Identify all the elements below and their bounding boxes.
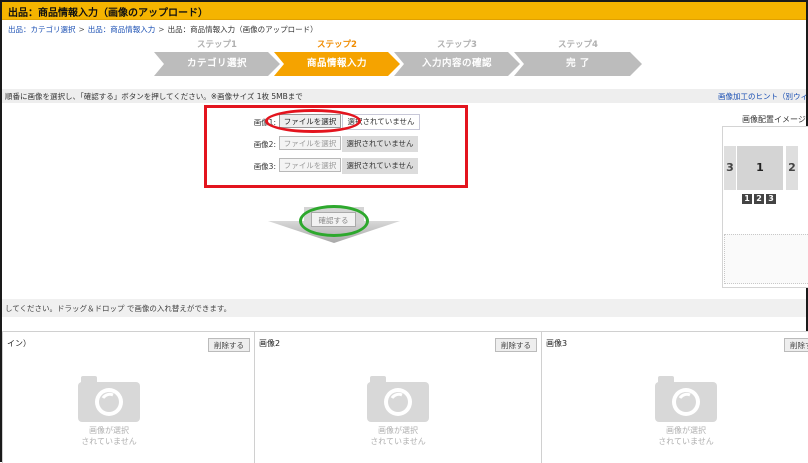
camera-placeholder-icon	[78, 376, 140, 422]
instruction-text: 順番に画像を選択し、「確認する」ボタンを押してください。※画像サイズ 1枚 5M…	[5, 92, 303, 101]
no-image-line-1: 画像が選択	[666, 426, 706, 435]
delete-button-1[interactable]: 削除する	[208, 338, 250, 352]
layout-number-1: 1	[742, 194, 752, 204]
breadcrumb: 出品：カテゴリ選択 > 出品：商品情報入力 > 出品：商品情報入力（画像のアップロード）	[8, 24, 318, 35]
layout-slot-2: 2	[786, 146, 798, 190]
column-title: イン）	[7, 339, 31, 348]
delete-button-3[interactable]: 削除する	[784, 338, 808, 352]
column-header: 画像2 削除する	[255, 332, 541, 356]
column-title: 画像2	[259, 339, 281, 348]
no-image-text: 画像が選択 されていません	[626, 425, 746, 447]
no-image-text: 画像が選択 されていません	[49, 425, 169, 447]
step-3-text: 入力内容の確認	[421, 58, 492, 69]
no-image-text: 画像が選択 されていません	[338, 425, 458, 447]
camera-placeholder-icon	[367, 376, 429, 422]
step-1: ステップ1 カテゴリ選択	[154, 40, 280, 76]
image-column-1: イン） 削除する 画像が選択 されていません	[2, 331, 254, 463]
layout-number-2: 2	[754, 194, 764, 204]
no-image-line-1: 画像が選択	[89, 426, 129, 435]
step-4: ステップ4 完 了	[514, 40, 642, 76]
camera-placeholder-icon	[655, 376, 717, 422]
delete-button-2[interactable]: 削除する	[495, 338, 537, 352]
breadcrumb-separator: >	[78, 25, 85, 34]
image-hint-link[interactable]: 画像加工のヒント（別ウィ	[718, 91, 808, 102]
image-column-3: 画像3 削除する 画像が選択 されていません	[541, 331, 808, 463]
column-title: 画像3	[546, 339, 568, 348]
page-title: 出品：商品情報入力（画像のアップロード）	[8, 8, 208, 19]
step-3-label: ステップ3	[437, 40, 477, 50]
step-2-text: 商品情報入力	[306, 58, 367, 69]
breadcrumb-separator: >	[158, 25, 165, 34]
layout-slot-main: 1	[737, 146, 783, 190]
drag-instruction-text: してください。ドラッグ＆ドロップ で画像の入れ替えができます。	[5, 304, 232, 313]
layout-preview-detail	[724, 234, 808, 284]
layout-preview-title: 画像配置イメージ	[742, 115, 806, 124]
step-3: ステップ3 入力内容の確認	[394, 40, 520, 76]
step-2: ステップ2 商品情報入力	[274, 40, 400, 76]
breadcrumb-current: 出品：商品情報入力（画像のアップロード）	[167, 25, 318, 34]
layout-number-3: 3	[766, 194, 776, 204]
step-4-label: ステップ4	[558, 40, 598, 50]
green-highlight-oval	[299, 205, 369, 237]
breadcrumb-item-info-link[interactable]: 出品：商品情報入力	[88, 25, 156, 34]
column-header: 画像3 削除する	[542, 332, 808, 356]
no-image-line-1: 画像が選択	[378, 426, 418, 435]
column-header: イン） 削除する	[3, 332, 254, 356]
no-image-line-2: されていません	[81, 437, 137, 446]
image-column-2: 画像2 削除する 画像が選択 されていません	[254, 331, 541, 463]
layout-slot-3: 3	[724, 146, 736, 190]
no-image-line-2: されていません	[370, 437, 426, 446]
no-image-line-2: されていません	[658, 437, 714, 446]
step-2-label: ステップ2	[317, 40, 357, 50]
title-bar: 出品：商品情報入力（画像のアップロード）	[2, 2, 806, 20]
step-4-text: 完 了	[566, 58, 590, 69]
red-highlight-oval	[265, 109, 361, 133]
breadcrumb-category-link[interactable]: 出品：カテゴリ選択	[8, 25, 76, 34]
step-1-text: カテゴリ選択	[186, 58, 247, 69]
step-1-label: ステップ1	[197, 40, 237, 50]
